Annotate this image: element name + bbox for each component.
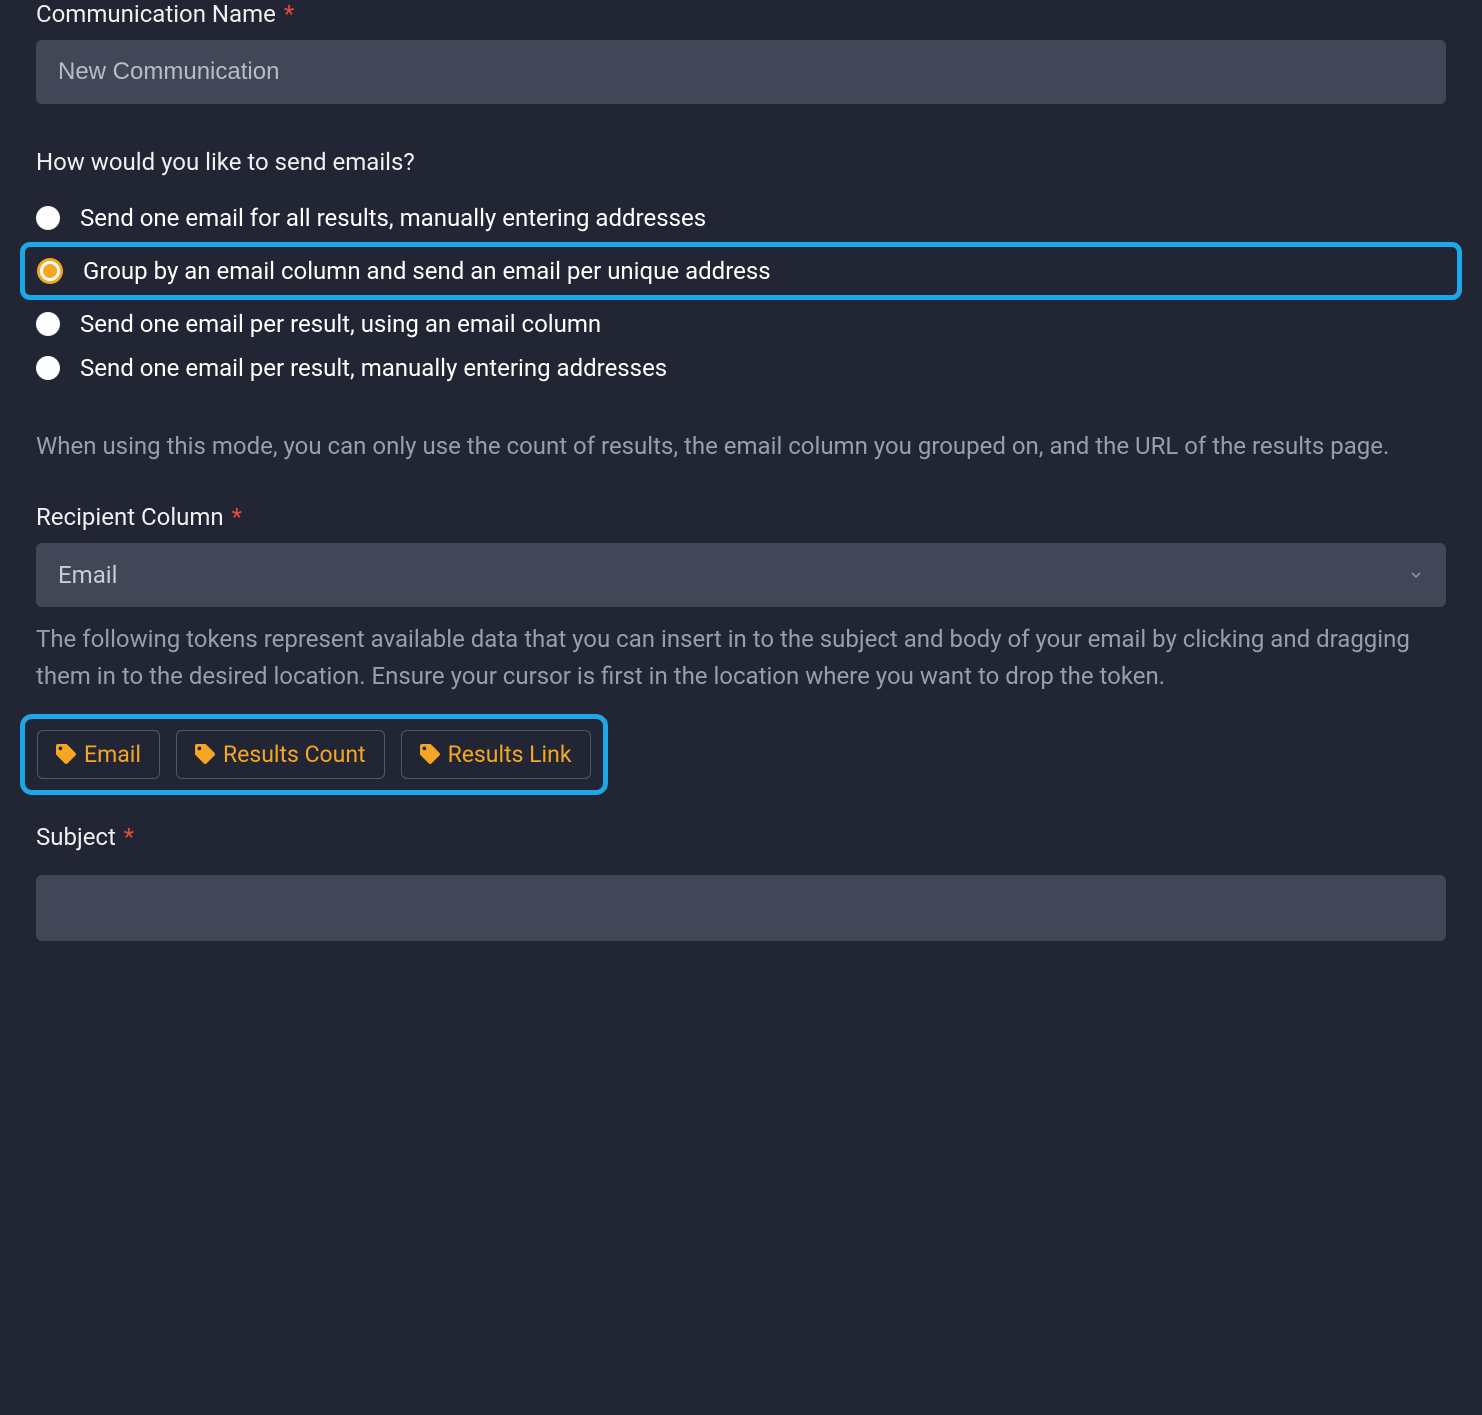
radio-item-group-by-column[interactable]: Group by an email column and send an ema… bbox=[20, 242, 1462, 300]
radio-item-per-result-manual[interactable]: Send one email per result, manually ente… bbox=[36, 346, 1446, 390]
communication-name-input[interactable] bbox=[36, 40, 1446, 104]
tag-icon bbox=[56, 744, 76, 764]
required-indicator: * bbox=[118, 823, 134, 851]
recipient-column-label: Recipient Column * bbox=[36, 503, 242, 531]
tag-icon bbox=[420, 744, 440, 764]
subject-label: Subject * bbox=[36, 823, 134, 851]
radio-label: Group by an email column and send an ema… bbox=[83, 257, 771, 285]
radio-button[interactable] bbox=[36, 312, 60, 336]
radio-label: Send one email for all results, manually… bbox=[80, 204, 706, 232]
radio-button[interactable] bbox=[36, 356, 60, 380]
email-method-question: How would you like to send emails? bbox=[36, 148, 1446, 176]
chevron-down-icon bbox=[1408, 567, 1424, 583]
radio-item-all-results-manual[interactable]: Send one email for all results, manually… bbox=[36, 196, 1446, 240]
radio-button[interactable] bbox=[36, 206, 60, 230]
token-label: Email bbox=[84, 741, 141, 768]
recipient-column-value: Email bbox=[58, 561, 117, 589]
required-indicator: * bbox=[278, 0, 294, 28]
radio-button[interactable] bbox=[37, 258, 63, 284]
token-results-link[interactable]: Results Link bbox=[401, 730, 591, 779]
radio-label: Send one email per result, using an emai… bbox=[80, 310, 601, 338]
email-method-radio-group: Send one email for all results, manually… bbox=[36, 196, 1446, 390]
required-indicator: * bbox=[226, 503, 242, 531]
tokens-container: Email Results Count Results Link bbox=[20, 714, 608, 795]
token-label: Results Count bbox=[223, 741, 366, 768]
recipient-column-group: Recipient Column * Email bbox=[36, 503, 1446, 607]
subject-group: Subject * bbox=[36, 823, 1446, 941]
token-label: Results Link bbox=[448, 741, 572, 768]
tokens-help-text: The following tokens represent available… bbox=[36, 621, 1446, 695]
radio-item-per-result-column[interactable]: Send one email per result, using an emai… bbox=[36, 302, 1446, 346]
radio-label: Send one email per result, manually ente… bbox=[80, 354, 667, 382]
communication-name-label: Communication Name * bbox=[36, 0, 294, 28]
recipient-column-select[interactable]: Email bbox=[36, 543, 1446, 607]
mode-help-text: When using this mode, you can only use t… bbox=[36, 428, 1446, 465]
subject-input[interactable] bbox=[36, 875, 1446, 941]
token-results-count[interactable]: Results Count bbox=[176, 730, 385, 779]
communication-name-group: Communication Name * bbox=[36, 0, 1446, 104]
token-email[interactable]: Email bbox=[37, 730, 160, 779]
tag-icon bbox=[195, 744, 215, 764]
